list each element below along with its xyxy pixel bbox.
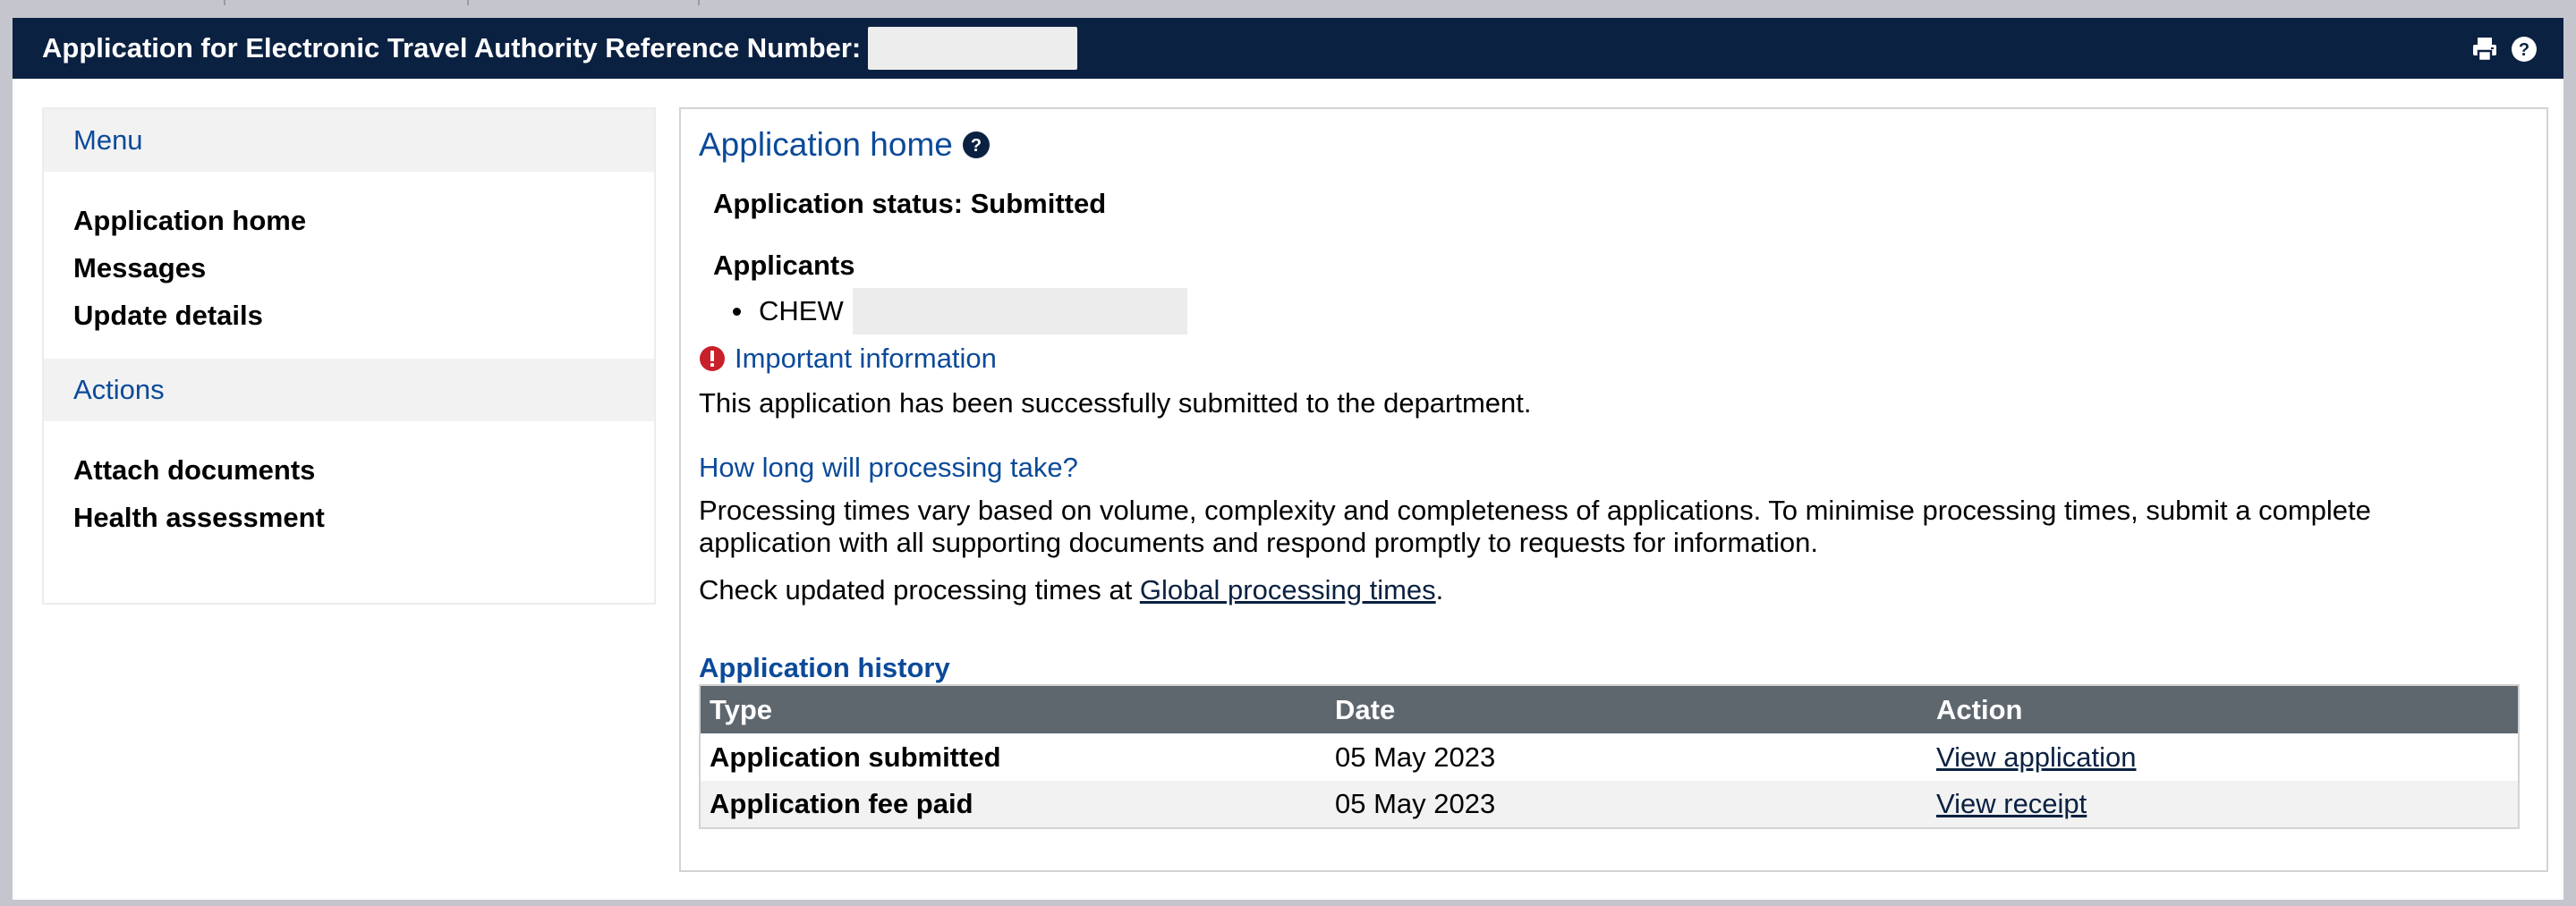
title-tools: ? — [2470, 34, 2538, 64]
history-action: View application — [1927, 733, 2519, 781]
important-information-label: Important information — [735, 343, 997, 374]
important-information[interactable]: Important information — [699, 340, 997, 377]
history-date: 05 May 2023 — [1335, 741, 1496, 773]
history-type: Application fee paid — [700, 781, 1326, 828]
redacted-name-box — [852, 288, 1187, 334]
menu-list: Application home Messages Update details — [44, 172, 654, 359]
applicant-list-item: CHEW — [733, 288, 1187, 334]
column-header-type: Type — [700, 685, 1326, 733]
bullet — [733, 307, 741, 316]
tab-divider — [698, 0, 700, 5]
tab-divider — [467, 0, 469, 5]
table-header-row: Type Date Action — [700, 685, 2519, 733]
table-row: Application fee paid 05 May 2023 View re… — [700, 781, 2519, 828]
svg-text:?: ? — [2519, 40, 2529, 60]
applicant-name: CHEW — [759, 295, 844, 326]
main-panel: Application home ? Application status: S… — [679, 107, 2548, 872]
actions-heading: Actions — [44, 359, 654, 421]
table-row: Application submitted 05 May 2023 View a… — [700, 733, 2519, 781]
view-application-link[interactable]: View application — [1936, 741, 2136, 773]
column-header-date: Date — [1326, 685, 1927, 733]
reference-number-box — [868, 27, 1078, 70]
column-header-action: Action — [1927, 685, 2519, 733]
sidebar: Menu Application home Messages Update de… — [42, 107, 656, 605]
applicants-heading: Applicants — [713, 250, 855, 281]
print-icon[interactable] — [2470, 35, 2499, 64]
tab-divider — [224, 0, 225, 5]
check-processing-times: Check updated processing times at Global… — [699, 573, 1443, 606]
actions-list: Attach documents Health assessment — [44, 421, 654, 561]
svg-text:?: ? — [971, 136, 982, 156]
check-prefix: Check updated processing times at — [699, 574, 1140, 605]
history-action: View receipt — [1927, 781, 2519, 828]
help-icon[interactable]: ? — [2510, 35, 2538, 64]
page-title: Application home ? — [699, 123, 990, 166]
browser-tab-strip — [0, 0, 2576, 18]
title-bar: Application for Electronic Travel Author… — [13, 18, 2563, 79]
application-history-heading: Application history — [699, 652, 950, 683]
processing-heading: How long will processing take? — [699, 452, 1078, 483]
action-item-attach-documents[interactable]: Attach documents — [73, 446, 654, 494]
processing-line-2: application with all supporting document… — [699, 527, 1819, 558]
window-title: Application for Electronic Travel Author… — [42, 27, 1078, 70]
check-suffix: . — [1435, 574, 1444, 605]
menu-heading: Menu — [44, 109, 654, 172]
application-history-table: Type Date Action Application submitted 0… — [699, 684, 2520, 829]
history-date: 05 May 2023 — [1326, 781, 1927, 828]
menu-item-messages[interactable]: Messages — [73, 244, 654, 292]
application-status: Application status: Submitted — [713, 188, 1107, 219]
global-processing-times-link[interactable]: Global processing times — [1140, 574, 1436, 605]
processing-line-1: Processing times vary based on volume, c… — [699, 495, 2371, 526]
view-receipt-link[interactable]: View receipt — [1936, 788, 2087, 819]
alert-icon — [700, 346, 725, 371]
submitted-message: This application has been successfully s… — [699, 387, 1532, 419]
history-type: Application submitted — [710, 741, 1001, 773]
application-window: Application for Electronic Travel Author… — [13, 18, 2563, 900]
action-item-health-assessment[interactable]: Health assessment — [73, 494, 654, 541]
window-title-text: Application for Electronic Travel Author… — [42, 32, 862, 64]
page-title-text: Application home — [699, 126, 953, 163]
menu-item-update-details[interactable]: Update details — [73, 292, 654, 339]
menu-item-application-home[interactable]: Application home — [73, 197, 654, 244]
help-circle-icon[interactable]: ? — [962, 131, 990, 159]
